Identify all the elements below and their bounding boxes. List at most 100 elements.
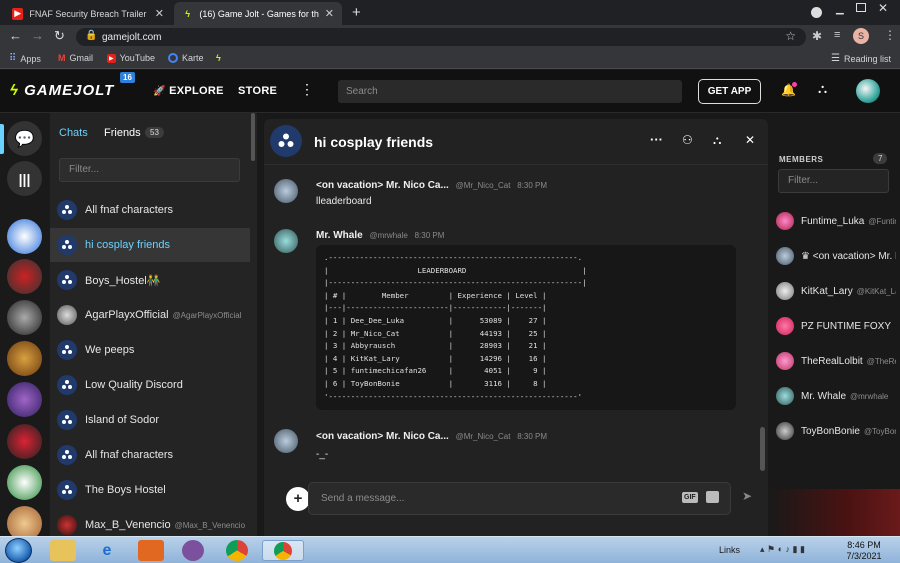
address-bar[interactable]: 🔒 gamejolt.com ☆ bbox=[76, 28, 806, 46]
member-item[interactable]: Mr. Whale @mrwhale bbox=[776, 386, 896, 406]
user-avatar[interactable] bbox=[856, 79, 880, 103]
viber-taskbar-icon[interactable] bbox=[182, 540, 204, 561]
chrome-active-taskbar-button[interactable] bbox=[262, 540, 304, 561]
gif-button[interactable]: GIF bbox=[682, 492, 698, 503]
member-item[interactable]: Funtime_Luka @Funtime_Luka bbox=[776, 211, 896, 231]
message-avatar[interactable] bbox=[274, 229, 298, 253]
chat-item[interactable]: Island of Sodor bbox=[50, 403, 250, 437]
back-icon[interactable]: ← bbox=[9, 28, 22, 43]
member-name: Funtime_Luka bbox=[801, 215, 865, 227]
reload-icon[interactable]: ↻ bbox=[54, 28, 65, 44]
reading-list[interactable]: ☰ Reading list bbox=[831, 53, 891, 64]
send-icon[interactable]: ➤ bbox=[742, 489, 752, 503]
minimize-icon[interactable]: ▁ bbox=[836, 4, 844, 15]
media-icon[interactable]: ≡ bbox=[834, 29, 840, 41]
profile-avatar[interactable]: S bbox=[853, 28, 869, 44]
rail-avatar[interactable] bbox=[7, 219, 42, 254]
member-item[interactable]: PZ FUNTIME FOXY bbox=[776, 316, 896, 336]
friends-count-badge: 53 bbox=[145, 127, 164, 138]
store-link[interactable]: STORE bbox=[238, 85, 277, 97]
member-item[interactable]: ToyBonBonie @ToyBonBonie bbox=[776, 421, 896, 441]
chat-filter-input[interactable]: Filter... bbox=[59, 158, 240, 182]
chat-item[interactable]: We peeps bbox=[50, 333, 250, 367]
emoji-button[interactable] bbox=[706, 491, 719, 503]
member-avatar bbox=[776, 212, 794, 230]
bookmark-youtube[interactable]: ▶ YouTube bbox=[107, 53, 155, 63]
tab-friends[interactable]: Friends bbox=[104, 127, 141, 139]
message-author[interactable]: <on vacation> Mr. Nico Ca... @Mr_Nico_Ca… bbox=[316, 431, 547, 442]
browser-tab-youtube[interactable]: ▶ FNAF Security Breach Trailer Cou ✕ bbox=[4, 2, 172, 25]
message-author[interactable]: <on vacation> Mr. Nico Ca... @Mr_Nico_Ca… bbox=[316, 180, 547, 191]
clock-time[interactable]: 8:46 PM bbox=[846, 540, 882, 550]
chrome-taskbar-icon[interactable] bbox=[226, 540, 248, 561]
start-button[interactable] bbox=[5, 538, 32, 563]
rail-avatar[interactable] bbox=[7, 300, 42, 335]
tab-chats[interactable]: Chats bbox=[59, 127, 88, 139]
member-item[interactable]: ♛ <on vacation> Mr. Nico Cat bbox=[776, 246, 896, 266]
member-item[interactable]: KitKat_Lary @KitKat_Lary bbox=[776, 281, 896, 301]
chat-item-selected[interactable]: hi cosplay friends bbox=[50, 228, 250, 262]
member-handle: @ToyBonBonie bbox=[863, 426, 896, 436]
message-avatar[interactable] bbox=[274, 179, 298, 203]
browser-toolbar: ← → ↻ 🔒 gamejolt.com ☆ ✱ ≡ S ⋮ bbox=[0, 25, 900, 49]
group-icon bbox=[57, 375, 77, 395]
add-member-icon[interactable]: ⚇ bbox=[682, 133, 693, 147]
rail-avatar[interactable] bbox=[7, 259, 42, 294]
restore-icon[interactable] bbox=[856, 3, 866, 12]
links-toolbar[interactable]: Links bbox=[719, 545, 740, 555]
member-item[interactable]: TheRealLolbit @TheRealLolbit bbox=[776, 351, 896, 371]
rail-avatar[interactable] bbox=[7, 341, 42, 376]
room-options-icon[interactable]: ··· bbox=[650, 132, 663, 147]
message-text: -_- bbox=[316, 449, 329, 460]
close-window-icon[interactable]: ✕ bbox=[878, 1, 888, 15]
forward-icon[interactable]: → bbox=[31, 28, 44, 43]
chat-item[interactable]: Boys_Hostel👬 bbox=[50, 263, 250, 297]
bookmark-gamejolt[interactable]: ϟ bbox=[216, 53, 221, 63]
messages-scrollbar[interactable] bbox=[760, 427, 765, 471]
bookmark-star-icon[interactable]: ☆ bbox=[785, 29, 796, 43]
close-tab-icon[interactable]: ✕ bbox=[325, 7, 334, 20]
extensions-icon[interactable]: ✱ bbox=[812, 29, 822, 43]
members-filter-input[interactable]: Filter... bbox=[778, 169, 889, 193]
chat-rail-icon[interactable]: 💬 bbox=[7, 121, 42, 156]
chat-item[interactable]: The Boys Hostel bbox=[50, 473, 250, 507]
clock-date[interactable]: 7/3/2021 bbox=[846, 551, 882, 561]
explore-link[interactable]: 🚀 EXPLORE bbox=[153, 85, 224, 97]
bookmark-apps[interactable]: ⠿ Apps bbox=[9, 53, 41, 64]
chat-item[interactable]: All fnaf characters bbox=[50, 438, 250, 472]
bookmark-gmail[interactable]: M Gmail bbox=[58, 53, 93, 63]
new-tab-button[interactable]: + bbox=[352, 4, 361, 21]
left-rail: 💬 ||| bbox=[0, 113, 50, 541]
ie-taskbar-icon[interactable]: e bbox=[94, 540, 120, 561]
chat-item[interactable]: Low Quality Discord bbox=[50, 368, 250, 402]
browser-tab-gamejolt[interactable]: ϟ (16) Game Jolt - Games for the lo ✕ bbox=[174, 2, 342, 25]
bookmark-karte[interactable]: Karte bbox=[168, 53, 204, 63]
message-author[interactable]: Mr. Whale @mrwhale 8:30 PM bbox=[316, 230, 444, 241]
more-menu-icon[interactable]: ⋮ bbox=[300, 81, 314, 98]
chat-item[interactable]: AgarPlayxOfficial @AgarPlayxOfficial bbox=[50, 298, 250, 332]
gamejolt-logo[interactable]: ϟ GAMEJOLT bbox=[10, 82, 114, 99]
library-rail-icon[interactable]: ||| bbox=[7, 161, 42, 196]
get-app-button[interactable]: GET APP bbox=[698, 79, 761, 104]
close-room-icon[interactable]: ✕ bbox=[745, 133, 755, 147]
tab-search-icon[interactable] bbox=[811, 7, 822, 18]
chatlist-scrollbar[interactable] bbox=[251, 113, 255, 161]
explorer-taskbar-icon[interactable] bbox=[50, 540, 76, 561]
media-player-taskbar-icon[interactable] bbox=[138, 540, 164, 561]
close-tab-icon[interactable]: ✕ bbox=[155, 7, 164, 20]
group-icon bbox=[57, 480, 77, 500]
members-toggle-icon[interactable]: ⛬ bbox=[713, 133, 721, 148]
notification-dot bbox=[792, 82, 797, 87]
tray-icons[interactable]: ▴ ⚑ ◐ ♪ ▮ ▮ bbox=[760, 544, 805, 555]
rail-avatar[interactable] bbox=[7, 424, 42, 459]
rail-avatar[interactable] bbox=[7, 465, 42, 500]
friends-icon[interactable]: ⛬ bbox=[818, 81, 827, 97]
url-text: gamejolt.com bbox=[102, 31, 162, 43]
chat-item[interactable]: All fnaf characters bbox=[50, 193, 250, 227]
message-avatar[interactable] bbox=[274, 429, 298, 453]
browser-menu-icon[interactable]: ⋮ bbox=[884, 28, 896, 42]
add-attachment-button[interactable]: + bbox=[286, 487, 310, 511]
rail-avatar[interactable] bbox=[7, 382, 42, 417]
search-input[interactable]: Search bbox=[338, 80, 682, 103]
message-input[interactable]: Send a message... bbox=[308, 482, 731, 515]
